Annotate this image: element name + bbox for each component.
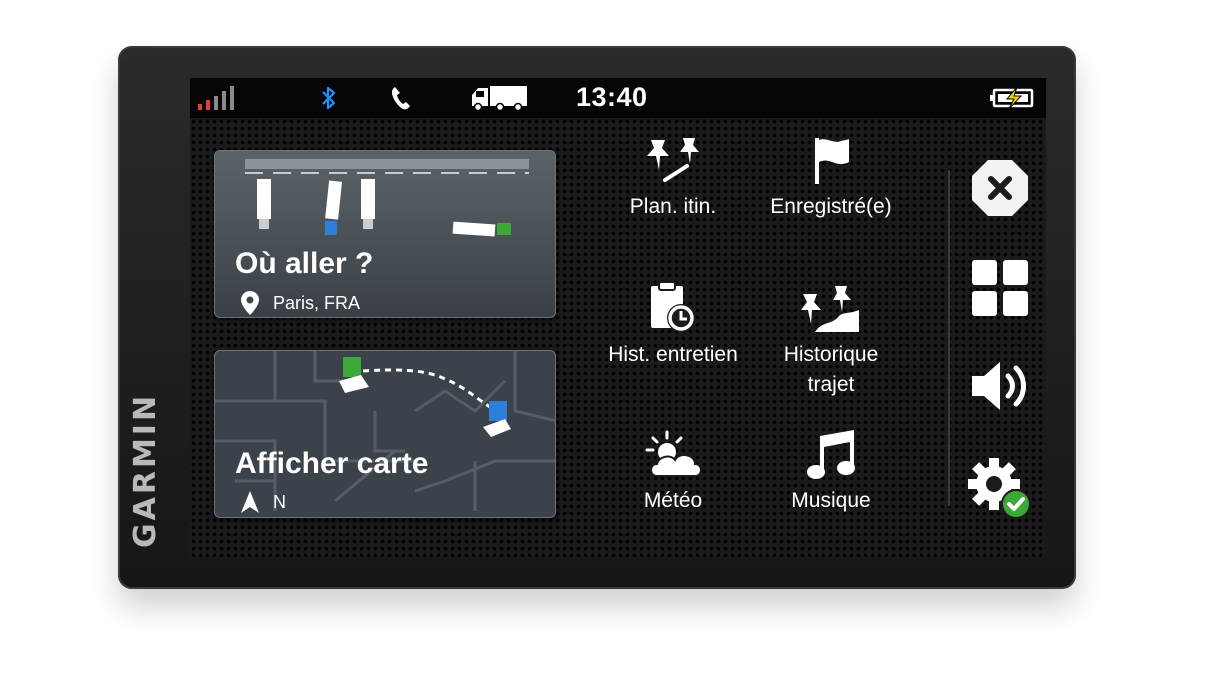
service-history-icon (651, 281, 695, 332)
weather-icon (645, 430, 702, 477)
menu-label: Historique trajet (783, 343, 879, 396)
screen: 13:40 Où aller ? Paris, FRA Afficher car… (190, 78, 1046, 558)
menu-label: Enregistré(e) (770, 195, 892, 218)
brand-logo: GARMIN (128, 392, 163, 548)
close-icon[interactable] (968, 156, 1032, 220)
menu-item-service-history[interactable]: Hist. entretien (588, 280, 758, 370)
menu-label: Musique (791, 489, 871, 512)
view-map-card[interactable]: Afficher carte N (214, 350, 556, 518)
music-icon (807, 430, 855, 479)
menu-item-trip-history[interactable]: Historique trajet (746, 280, 916, 400)
trip-history-icon (801, 286, 859, 332)
battery-charging-icon (990, 87, 1034, 109)
menu-item-trip-planner[interactable]: Plan. itin. (588, 138, 758, 222)
heading-indicator: N (241, 491, 286, 513)
where-to-card[interactable]: Où aller ? Paris, FRA (214, 150, 556, 318)
north-arrow-icon (241, 491, 259, 513)
menu-label: Plan. itin. (629, 195, 717, 218)
settings-icon[interactable] (968, 456, 1032, 520)
where-to-title: Où aller ? (235, 247, 374, 280)
sidebar-divider (948, 170, 950, 506)
location-text: Paris, FRA (273, 292, 361, 313)
apps-grid-icon[interactable] (968, 256, 1032, 320)
signal-icon (198, 86, 234, 110)
location-pin-icon (241, 291, 259, 315)
home-screen: Où aller ? Paris, FRA Afficher carte N P… (190, 118, 1046, 558)
flag-icon (815, 138, 849, 184)
status-bar: 13:40 (190, 78, 1046, 118)
bluetooth-icon (322, 86, 336, 110)
volume-icon[interactable] (968, 354, 1032, 418)
phone-icon (391, 87, 410, 110)
menu-item-weather[interactable]: Météo (588, 430, 758, 516)
truck-icon (472, 86, 527, 111)
view-map-title: Afficher carte (235, 447, 429, 480)
current-location: Paris, FRA (241, 291, 360, 315)
trip-planner-icon (647, 138, 699, 182)
menu-item-saved[interactable]: Enregistré(e) (746, 138, 916, 222)
clock: 13:40 (576, 82, 648, 112)
menu-label: Météo (643, 489, 703, 512)
menu-label: Hist. entretien (608, 343, 738, 366)
menu-item-music[interactable]: Musique (746, 430, 916, 516)
heading-text: N (273, 491, 286, 512)
